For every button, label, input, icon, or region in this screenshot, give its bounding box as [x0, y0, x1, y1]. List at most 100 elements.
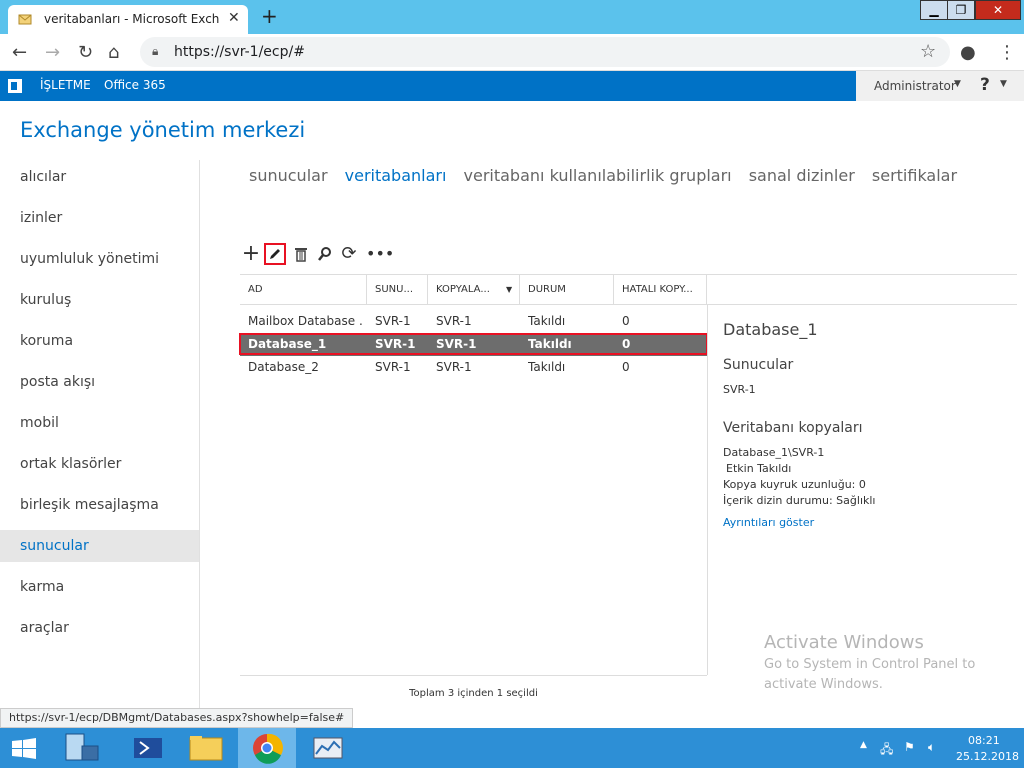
exchange-favicon-icon [18, 14, 32, 25]
cell-copies: SVR-1 [436, 360, 472, 374]
cell-bad-copies: 0 [622, 314, 630, 328]
show-details-link[interactable]: Ayrıntıları göster [723, 516, 814, 529]
tab-sunucular[interactable]: sunucular [249, 166, 328, 185]
tab-sertifikalar[interactable]: sertifikalar [872, 166, 957, 185]
sidebar-divider [199, 160, 200, 708]
volume-icon[interactable]: 🔈︎ [928, 740, 935, 755]
activation-watermark-line: activate Windows. [764, 677, 883, 692]
profile-icon[interactable]: ● [960, 42, 976, 63]
details-copy-name: Database_1\SVR-1 [723, 446, 825, 459]
cell-copies: SVR-1 [436, 314, 472, 328]
clock-date[interactable]: 25.12.2018 [956, 750, 1019, 763]
help-icon[interactable]: ? [980, 75, 990, 95]
add-icon[interactable]: + [240, 243, 262, 265]
sidebar-item-posta-akisi[interactable]: posta akışı [0, 366, 199, 398]
sidebar-item-karma[interactable]: karma [0, 571, 199, 603]
powershell-icon[interactable] [120, 728, 178, 768]
taskbar: ▲ 🖧 ⚑ 🔈︎ 08:21 25.12.2018 [0, 728, 1024, 768]
performance-monitor-icon[interactable] [300, 728, 358, 768]
chrome-icon [253, 733, 283, 764]
activation-watermark-title: Activate Windows [764, 632, 924, 653]
new-tab-button[interactable]: + [261, 4, 278, 28]
refresh-icon[interactable]: ⟳ [338, 243, 360, 265]
browser-toolbar: ← → ↻ ⌂ 🔒︎ https://svr-1/ecp/# ☆ ● ⋮ [0, 34, 1024, 71]
nav-isletme-link[interactable]: İŞLETME [40, 78, 91, 92]
cell-server: SVR-1 [375, 360, 411, 374]
column-header-kopyalar-label: KOPYALA... [436, 284, 490, 295]
minimize-button[interactable]: ▁ [920, 0, 948, 20]
sidebar-item-koruma[interactable]: koruma [0, 325, 199, 357]
lock-icon: 🔒︎ [152, 44, 159, 58]
action-center-icon[interactable]: ⚑ [904, 740, 915, 754]
chevron-down-icon[interactable]: ▼ [954, 79, 961, 89]
office-logo-icon[interactable] [8, 79, 22, 93]
sidebar-item-ortak-klasorler[interactable]: ortak klasörler [0, 448, 199, 480]
table-row[interactable]: Mailbox Database ... SVR-1 SVR-1 Takıldı… [240, 310, 707, 333]
tab-title: veritabanları - Microsoft Exchang [44, 12, 220, 26]
details-copy-state: Etkin Takıldı [726, 462, 792, 475]
maximize-button[interactable]: ❐ [947, 0, 975, 20]
search-icon[interactable] [314, 243, 336, 265]
tab-veritabanlari[interactable]: veritabanları [345, 166, 447, 185]
column-header-sunucu[interactable]: SUNU... [367, 275, 428, 304]
sidebar-item-mobil[interactable]: mobil [0, 407, 199, 439]
activation-watermark-line: Go to System in Control Panel to [764, 657, 976, 672]
table-row[interactable]: Database_2 SVR-1 SVR-1 Takıldı 0 [240, 356, 707, 379]
office-nav-bar: İŞLETME Office 365 Administrator ▼ ? ▼ [0, 71, 1024, 101]
delete-trash-icon[interactable] [290, 243, 312, 265]
tab-dag[interactable]: veritabanı kullanılabilirlik grupları [464, 166, 732, 185]
cell-server: SVR-1 [375, 314, 411, 328]
nav-office365-link[interactable]: Office 365 [104, 78, 166, 92]
sidebar-item-izinler[interactable]: izinler [0, 202, 199, 234]
browser-tab[interactable]: veritabanları - Microsoft Exchang ✕ [8, 5, 248, 34]
sidebar-item-alicilar[interactable]: alıcılar [0, 161, 199, 193]
reload-icon[interactable]: ↻ [78, 42, 93, 63]
clock-time[interactable]: 08:21 [968, 734, 1000, 747]
browser-title-bar: veritabanları - Microsoft Exchang ✕ + ▁ … [0, 0, 1024, 34]
file-explorer-icon[interactable] [178, 728, 236, 768]
home-icon[interactable]: ⌂ [108, 42, 119, 63]
forward-arrow-icon[interactable]: → [45, 42, 60, 63]
bookmark-star-icon[interactable]: ☆ [920, 41, 936, 62]
sidebar-item-kurulus[interactable]: kuruluş [0, 284, 199, 316]
address-bar[interactable]: 🔒︎ https://svr-1/ecp/# ☆ [140, 37, 950, 67]
chevron-down-icon[interactable]: ▼ [1000, 79, 1007, 89]
user-menu[interactable]: Administrator [874, 79, 956, 93]
user-area: Administrator ▼ ? ▼ [856, 71, 1024, 101]
cell-status: Takıldı [528, 360, 566, 374]
menu-kebab-icon[interactable]: ⋮ [998, 42, 1016, 63]
column-header-durum[interactable]: DURUM [520, 275, 614, 304]
windows-start-icon[interactable] [12, 738, 36, 764]
column-header-kopyalar[interactable]: KOPYALA... ▼ [428, 275, 520, 304]
network-icon[interactable]: 🖧 [880, 740, 893, 761]
tab-close-icon[interactable]: ✕ [228, 10, 240, 26]
close-window-button[interactable]: ✕ [975, 0, 1021, 20]
grid-header: AD SUNU... KOPYALA... ▼ DURUM HATALI KOP… [240, 274, 1017, 305]
column-header-hatali[interactable]: HATALI KOPY... [614, 275, 707, 304]
status-url-bubble: https://svr-1/ecp/DBMgmt/Databases.aspx?… [0, 708, 354, 728]
back-arrow-icon[interactable]: ← [12, 42, 27, 63]
column-header-ad[interactable]: AD [240, 275, 367, 304]
details-queue-length: Kopya kuyruk uzunluğu: 0 [723, 478, 866, 491]
selection-highlight [239, 333, 708, 355]
chrome-taskbar-button[interactable] [238, 728, 296, 768]
pane-divider [707, 305, 708, 675]
sidebar-item-uyumluluk[interactable]: uyumluluk yönetimi [0, 243, 199, 275]
more-options-icon[interactable]: ••• [366, 243, 394, 265]
selection-status: Toplam 3 içinden 1 seçildi [409, 688, 538, 699]
sidebar: alıcılar izinler uyumluluk yönetimi kuru… [0, 160, 199, 708]
edit-pencil-icon[interactable] [264, 243, 286, 265]
server-manager-icon[interactable] [58, 728, 116, 768]
sidebar-item-sunucular[interactable]: sunucular [0, 530, 199, 562]
details-index-state: İçerik dizin durumu: Sağlıklı [723, 494, 876, 507]
sidebar-item-birlesik-mesajlasma[interactable]: birleşik mesajlaşma [0, 489, 199, 521]
sort-down-icon: ▼ [506, 285, 513, 294]
url-text: https://svr-1/ecp/# [174, 44, 305, 60]
sidebar-item-araclar[interactable]: araçlar [0, 612, 199, 644]
tab-sanal-dizinler[interactable]: sanal dizinler [749, 166, 855, 185]
show-hidden-icons-chevron[interactable]: ▲ [860, 740, 867, 750]
details-copies-heading: Veritabanı kopyaları [723, 420, 863, 436]
cell-name: Mailbox Database ... [248, 314, 363, 328]
details-title: Database_1 [723, 320, 818, 339]
app-title: Exchange yönetim merkezi [20, 118, 306, 142]
